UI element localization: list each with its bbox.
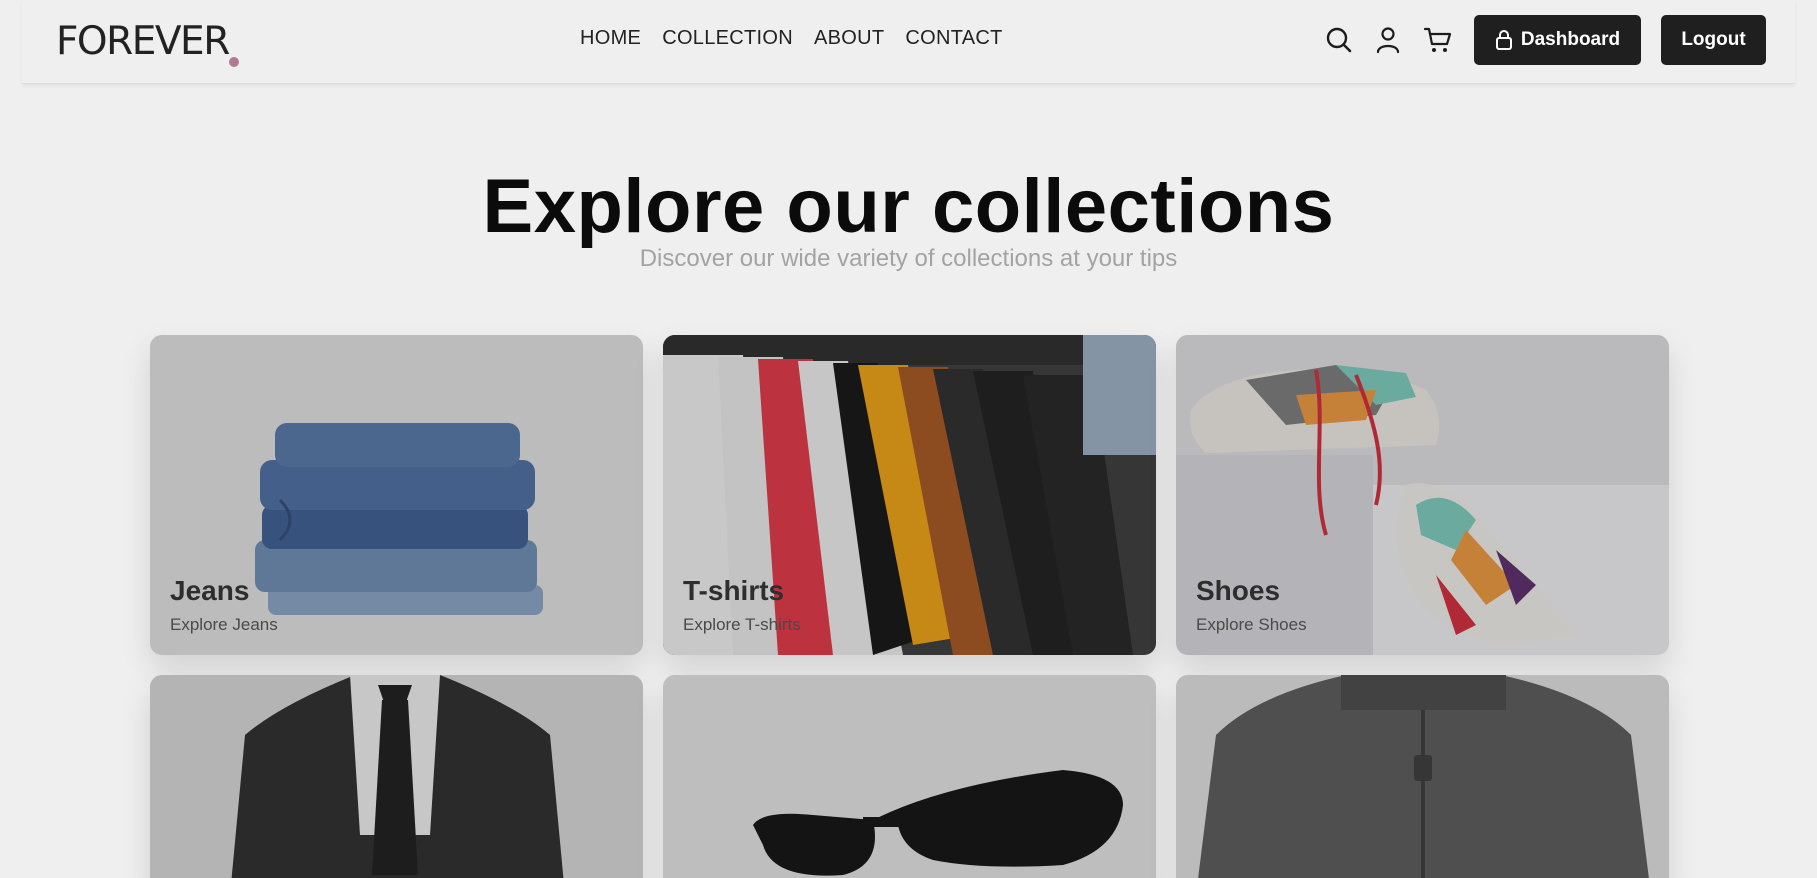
card-subtitle: Explore Shoes bbox=[1196, 615, 1307, 634]
lock-icon bbox=[1495, 30, 1512, 50]
search-icon[interactable] bbox=[1323, 24, 1355, 56]
logo-dot bbox=[229, 57, 239, 67]
card-subtitle: Explore Jeans bbox=[170, 615, 278, 634]
card-title: Shoes bbox=[1196, 575, 1281, 606]
collection-card-tshirts[interactable]: T-shirts Explore T-shirts bbox=[663, 335, 1156, 655]
nav-home[interactable]: HOME bbox=[580, 27, 641, 50]
collection-card-suits[interactable] bbox=[150, 675, 643, 878]
logout-button[interactable]: Logout bbox=[1661, 15, 1766, 65]
cart-icon[interactable] bbox=[1422, 24, 1454, 56]
nav-about[interactable]: ABOUT bbox=[814, 27, 884, 50]
card-title: T-shirts bbox=[683, 575, 785, 606]
navbar: FOREVER HOME COLLECTION ABOUT CONTACT Da… bbox=[22, 0, 1795, 84]
dashboard-label: Dashboard bbox=[1520, 29, 1621, 50]
collection-card-jeans[interactable]: Jeans Explore Jeans bbox=[150, 335, 643, 655]
card-title: Jeans bbox=[170, 575, 250, 606]
collection-card-sunglasses[interactable] bbox=[663, 675, 1156, 878]
card-subtitle: Explore T-shirts bbox=[683, 615, 801, 634]
page-title: Explore our collections bbox=[482, 164, 1335, 249]
main-nav: HOME COLLECTION ABOUT CONTACT bbox=[580, 27, 1003, 50]
logout-label: Logout bbox=[1681, 29, 1746, 50]
nav-collection[interactable]: COLLECTION bbox=[662, 27, 793, 50]
collection-card-shoes[interactable]: Shoes Explore Shoes bbox=[1176, 335, 1669, 655]
nav-contact[interactable]: CONTACT bbox=[905, 27, 1002, 50]
logo[interactable]: FOREVER bbox=[56, 20, 230, 64]
page-subtitle: Discover our wide variety of collections… bbox=[639, 245, 1178, 272]
collection-card-jackets[interactable] bbox=[1176, 675, 1669, 878]
user-icon[interactable] bbox=[1372, 24, 1404, 56]
dashboard-button[interactable]: Dashboard bbox=[1474, 15, 1641, 65]
